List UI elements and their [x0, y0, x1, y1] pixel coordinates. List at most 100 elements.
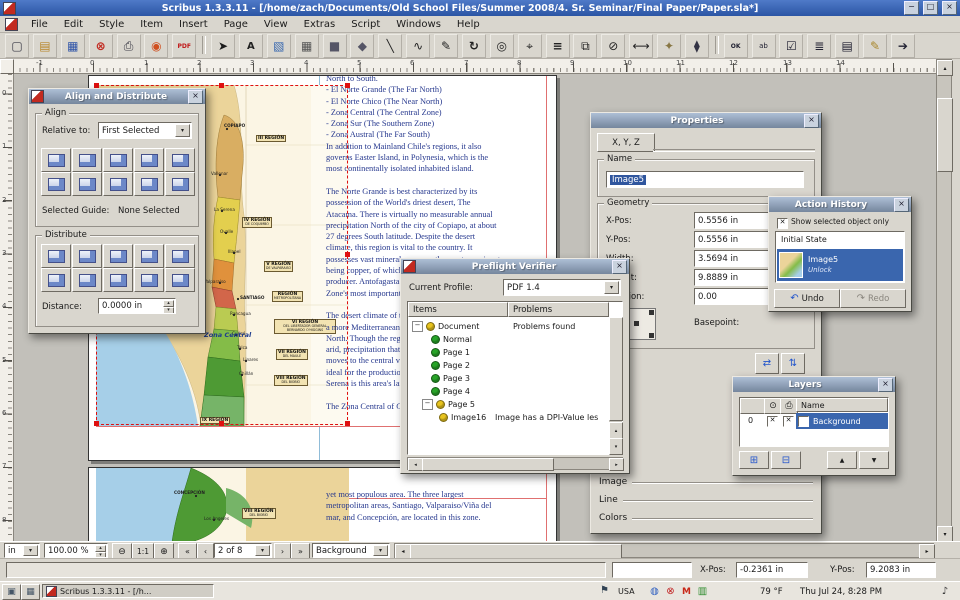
insert-image-frame-icon[interactable]: ▧ — [267, 34, 291, 58]
distribute-button-2[interactable] — [72, 244, 102, 268]
add-layer-button[interactable]: ⊞ — [739, 451, 769, 469]
keyboard-flag-icon[interactable]: ⚑ — [600, 585, 609, 596]
raise-layer-button[interactable]: ▲ — [827, 451, 857, 469]
minimize-button[interactable]: − — [904, 1, 919, 15]
selection-handle-top-right[interactable] — [345, 83, 350, 88]
basepoint-top-right[interactable] — [649, 310, 654, 315]
maximize-button[interactable]: □ — [923, 1, 938, 15]
show-selected-checkbox[interactable]: ✕ — [777, 218, 788, 229]
basepoint-bottom-right[interactable] — [649, 333, 654, 338]
chevron-down-icon[interactable]: ▾ — [373, 545, 388, 556]
layer-combobox[interactable]: Background▾ — [312, 543, 390, 558]
problems-column-header[interactable]: Problems — [508, 302, 609, 317]
pdf-text-field-icon[interactable]: ab — [752, 34, 776, 58]
volume-icon[interactable]: ♪ — [938, 585, 952, 598]
print-icon[interactable]: ⎙ — [117, 34, 141, 58]
new-document-icon[interactable]: ▢ — [5, 34, 29, 58]
workspace-pager-button[interactable]: ▦ — [21, 584, 40, 600]
scrollbar-thumb[interactable] — [937, 98, 953, 172]
rotate-item-icon[interactable]: ↻ — [462, 34, 486, 58]
scroll-up-button[interactable]: ▴ — [609, 422, 623, 439]
titlebar[interactable]: Scribus 1.3.3.11 - [/home/zach/Documents… — [0, 0, 960, 16]
preflight-titlebar[interactable]: Preflight Verifier × — [401, 259, 629, 274]
layer-print-checkbox[interactable]: ✕ — [783, 416, 794, 427]
selection-handle-top-mid[interactable] — [219, 83, 224, 88]
tree-row-image16[interactable]: Image16 Image has a DPI-Value les — [409, 411, 619, 424]
chevron-down-icon[interactable]: ▾ — [255, 545, 270, 556]
insert-bezier-icon[interactable]: ∿ — [406, 34, 430, 58]
profile-combobox[interactable]: PDF 1.4▾ — [503, 279, 621, 296]
menu-edit[interactable]: Edit — [56, 17, 91, 32]
align-button-7[interactable] — [72, 172, 102, 196]
vertical-ruler[interactable]: 0 1 2 3 4 5 6 7 8 — [0, 74, 14, 541]
distribute-button-7[interactable] — [72, 268, 102, 292]
ruler-origin-button[interactable] — [0, 59, 14, 74]
tree-horizontal-scrollbar[interactable]: ◂ ▸ — [407, 457, 623, 470]
align-button-10[interactable] — [165, 172, 195, 196]
document-page-2[interactable]: CONCEPCIÓN Los Angeles VIII REGIÓNDEL BI… — [88, 467, 557, 541]
scroll-down-button[interactable]: ▾ — [937, 526, 953, 542]
delete-layer-button[interactable]: ⊟ — [771, 451, 801, 469]
action-history-titlebar[interactable]: Action History × — [769, 197, 911, 212]
applications-menu-button[interactable]: ▣ — [2, 584, 21, 600]
spin-up-icon[interactable]: ▴ — [163, 300, 174, 307]
preflight-verifier-icon[interactable]: ◉ — [144, 34, 168, 58]
align-button-5[interactable] — [165, 148, 195, 172]
menu-script[interactable]: Script — [343, 17, 388, 32]
section-line[interactable]: Line — [599, 493, 813, 507]
pdf-combo-box-icon[interactable]: ≣ — [807, 34, 831, 58]
tree-row-page5[interactable]: − Page 5 — [409, 398, 612, 411]
edit-contents-icon[interactable]: ⌖ — [518, 34, 542, 58]
distribute-button-10[interactable] — [165, 268, 195, 292]
tab-xyz[interactable]: X, Y, Z — [597, 133, 655, 152]
network-tray-icon[interactable]: ◍ — [648, 585, 661, 598]
menu-file[interactable]: File — [23, 17, 56, 32]
align-button-2[interactable] — [72, 148, 102, 172]
distribute-button-8[interactable] — [103, 268, 133, 292]
insert-shape-icon[interactable]: ■ — [323, 34, 347, 58]
distribute-button-4[interactable] — [134, 244, 164, 268]
clock-label[interactable]: Thu Jul 24, 8:28 PM — [800, 587, 882, 597]
layer-lock-checkbox[interactable] — [798, 416, 809, 427]
page-combobox[interactable]: 2 of 8▾ — [214, 543, 272, 558]
spinner-arrows[interactable]: ▴▾ — [163, 300, 174, 312]
collapse-icon[interactable]: − — [412, 321, 423, 332]
layers-titlebar[interactable]: Layers × — [733, 377, 895, 392]
menu-view[interactable]: View — [256, 17, 296, 32]
section-colors[interactable]: Colors — [599, 511, 813, 525]
close-document-icon[interactable]: ⊗ — [89, 34, 113, 58]
spinner-arrows[interactable]: ▴▾ — [95, 545, 106, 556]
insert-text-frame-icon[interactable]: A — [239, 34, 263, 58]
insert-table-icon[interactable]: ▦ — [295, 34, 319, 58]
selection-handle-bottom-mid[interactable] — [219, 421, 224, 426]
menu-item[interactable]: Item — [132, 17, 171, 32]
tree-row-page3[interactable]: Page 3 — [409, 372, 611, 385]
weather-label[interactable]: 79 °F — [760, 587, 783, 597]
undo-button[interactable]: ↶Undo — [774, 289, 840, 308]
spin-up-icon[interactable]: ▴ — [95, 545, 106, 552]
layer-visible-checkbox[interactable]: ✕ — [767, 416, 778, 427]
menu-style[interactable]: Style — [91, 17, 132, 32]
history-list[interactable]: Initial State Image5Unlock — [775, 231, 905, 283]
updates-tray-icon[interactable]: ⊗ — [664, 585, 677, 598]
spin-down-icon[interactable]: ▾ — [163, 307, 174, 314]
scroll-left-button[interactable]: ◂ — [395, 544, 411, 559]
align-button-3[interactable] — [103, 148, 133, 172]
chevron-down-icon[interactable]: ▾ — [23, 545, 38, 556]
lower-layer-button[interactable]: ▼ — [859, 451, 889, 469]
pdf-list-box-icon[interactable]: ▤ — [835, 34, 859, 58]
name-field[interactable]: Image5 — [606, 171, 804, 188]
monitor-tray-icon[interactable]: ▥ — [696, 585, 709, 598]
layers-table[interactable]: ⊙ ⎙ Name 0 ✕ ✕ Background — [739, 397, 889, 447]
problems-tree[interactable]: Items Problems − Document Problems found… — [407, 301, 623, 455]
align-button-9[interactable] — [134, 172, 164, 196]
relative-to-combobox[interactable]: First Selected▾ — [98, 122, 192, 139]
story-editor-icon[interactable]: ≡ — [546, 34, 570, 58]
basepoint-center[interactable] — [634, 321, 639, 326]
horizontal-scrollbar[interactable]: ◂ ▸ — [394, 543, 934, 558]
window-menu-icon[interactable] — [5, 18, 18, 31]
redo-button[interactable]: ↷Redo — [840, 289, 906, 308]
close-icon[interactable]: × — [188, 90, 203, 104]
tree-row-page1[interactable]: Page 1 — [409, 346, 611, 359]
flip-vertical-button[interactable]: ⇅ — [781, 353, 805, 374]
